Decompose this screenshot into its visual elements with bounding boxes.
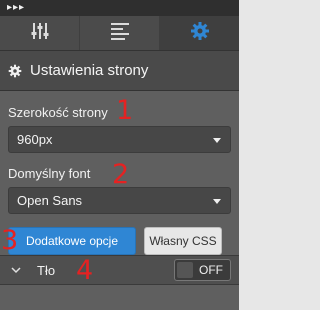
chevron-down-icon xyxy=(213,199,221,204)
topbar-label: ▸▸▸ xyxy=(7,2,26,13)
default-font-label: Domyślny font xyxy=(8,166,91,181)
tab-content-list[interactable] xyxy=(80,16,160,50)
default-font-label-row: Domyślny font 2 xyxy=(8,159,231,190)
page-width-select[interactable]: 960px xyxy=(8,126,231,153)
page-width-label-row: Szerokość strony 1 xyxy=(8,95,231,126)
annotation-number-1: 1 xyxy=(116,95,134,126)
gear-icon xyxy=(190,21,210,46)
page-width-value: 960px xyxy=(17,132,53,147)
annotation-number-4: 4 xyxy=(76,255,94,286)
default-font-select[interactable]: Open Sans xyxy=(8,187,231,214)
tab-layout-settings[interactable] xyxy=(0,16,80,50)
panel-topbar: ▸▸▸ xyxy=(0,0,239,16)
chevron-down-icon[interactable] xyxy=(11,266,21,274)
gear-icon xyxy=(8,64,22,78)
settings-content: Szerokość strony 1 960px Domyślny font 2… xyxy=(0,95,239,255)
sliders-icon xyxy=(30,21,50,46)
background-section-row[interactable]: Tło 4 OFF xyxy=(0,255,239,285)
toggle-state-label: OFF xyxy=(199,263,223,277)
annotation-number-3: 3 xyxy=(1,225,19,256)
annotation-number-2: 2 xyxy=(112,159,130,190)
page-width-label: Szerokość strony xyxy=(8,105,108,120)
tab-settings[interactable] xyxy=(160,16,239,50)
list-icon xyxy=(110,22,130,45)
toggle-knob xyxy=(177,262,193,278)
chevron-down-icon xyxy=(213,138,221,143)
settings-panel: ▸▸▸ Ustawienia strony Szerokość strony 1… xyxy=(0,0,239,310)
default-font-value: Open Sans xyxy=(17,193,83,208)
section-header: Ustawienia strony xyxy=(0,50,239,91)
extra-options-button[interactable]: Dodatkowe opcje xyxy=(8,227,136,255)
options-button-row: 3 Dodatkowe opcje Własny CSS xyxy=(1,227,231,255)
tab-bar xyxy=(0,16,239,50)
custom-css-button[interactable]: Własny CSS xyxy=(144,227,222,255)
background-toggle[interactable]: OFF xyxy=(174,259,231,281)
background-label: Tło xyxy=(37,262,56,278)
section-title: Ustawienia strony xyxy=(30,62,149,79)
